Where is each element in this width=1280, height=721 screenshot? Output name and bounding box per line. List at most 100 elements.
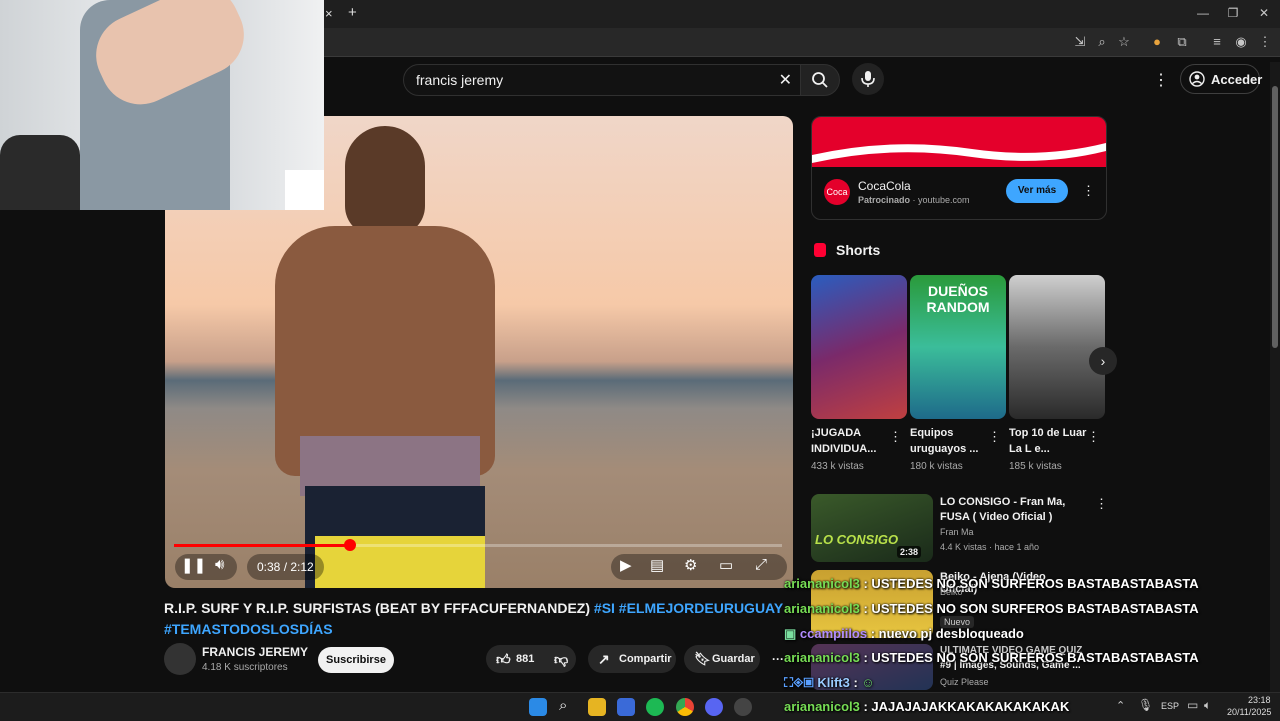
channel-name[interactable]: FRANCIS JEREMY [202,645,308,659]
ad-title[interactable]: CocaCola [858,179,911,193]
video-title: R.I.P. SURF Y R.I.P. SURFISTAS (BEAT BY … [164,598,784,640]
share-label: Compartir [619,653,672,665]
chat-username: Klift3 [817,675,850,690]
language-indicator[interactable]: ESP [1161,701,1179,711]
taskbar-search-icon[interactable]: ⌕ [559,697,567,714]
like-count[interactable]: 881 [516,645,534,673]
settings-gear-icon[interactable]: ⚙ [684,556,697,574]
extension-color-icon[interactable]: ● [1148,34,1166,50]
store-icon[interactable] [617,698,635,716]
theater-mode-icon[interactable]: ▭ [719,556,733,574]
ad-wave-graphic [812,143,1106,163]
chat-emote-icon: ☺ [861,675,875,690]
ad-menu-icon[interactable]: ⋮ [1082,183,1095,199]
mic-tray-icon[interactable]: 🎙︎ [1138,698,1153,712]
settings-kebab-icon[interactable]: ⋮ [1153,70,1169,90]
voice-search-button[interactable] [852,63,884,95]
chat-username: ariananicol3 [784,650,860,665]
chat-text: : JAJAJAJAKKAKAKAKAKAKAK [859,699,1070,714]
ad-domain: · youtube.com [912,195,970,205]
search-input[interactable]: francis jeremy [416,72,503,88]
search-button[interactable] [800,64,840,96]
short-thumbnail[interactable] [1009,275,1105,419]
spotify-icon[interactable] [646,698,664,716]
close-tab-icon[interactable]: × [325,6,333,21]
sponsored-label: Patrocinado [858,195,911,205]
ad-cta-button[interactable]: Ver más [1006,179,1068,203]
ad-brand-logo[interactable]: Coca [824,179,850,205]
autoplay-toggle-icon[interactable]: ▶ [620,556,632,574]
like-dislike-group: 👍︎ 881 👎︎ [486,645,576,673]
channel-avatar[interactable] [164,643,196,675]
chat-text: : USTEDES NO SON SURFEROS BASTABASTABAST… [859,576,1199,591]
discord-icon[interactable] [705,698,723,716]
pause-icon[interactable]: ❚❚ [181,556,206,574]
recommended-thumbnail[interactable]: LO CONSIGO 2:38 [811,494,933,562]
short-thumbnail[interactable] [811,275,907,419]
chrome-icon[interactable] [676,698,694,716]
hashtag-link[interactable]: #SI #ELMEJORDEURUGUAY [594,600,783,616]
zoom-icon[interactable]: ⌕ [1093,34,1111,50]
recommended-menu-icon[interactable]: ⋮ [1095,496,1108,512]
subscribe-button[interactable]: Suscribirse [318,647,394,673]
recommended-channel[interactable]: Quiz Please [940,677,989,687]
network-icon[interactable]: ▭ [1187,698,1198,712]
recommended-channel[interactable]: Fran Ma [940,527,974,537]
restore-icon[interactable]: ❐ [1223,6,1243,20]
volume-icon[interactable]: 🔊︎ [215,556,224,573]
dislike-icon[interactable]: 👎︎ [554,645,568,673]
shorts-heading: Shorts [836,242,881,258]
profile-icon[interactable]: ◉ [1232,34,1250,50]
account-circle-icon [1189,71,1205,87]
short-title[interactable]: Equipos uruguayos ... [910,425,988,457]
recommended-title[interactable]: LO CONSIGO - Fran Ma, FUSA ( Video Ofici… [940,495,1086,525]
hashtag-link[interactable]: #TEMASTODOSLOSDÍAS [164,621,333,637]
chat-username: ariananicol3 [784,699,860,714]
install-app-icon[interactable]: ⇲ [1071,34,1089,50]
fullscreen-icon[interactable]: ⤢ [755,556,767,573]
video-title-text: R.I.P. SURF Y R.I.P. SURFISTAS (BEAT BY … [164,600,594,616]
file-explorer-icon[interactable] [588,698,606,716]
ad-banner[interactable] [812,117,1106,167]
media-control-icon[interactable]: ≡ [1208,34,1226,50]
volume-tray-icon[interactable]: 🔈︎ [1204,698,1211,713]
clock-date[interactable]: 20/11/2025 [1227,707,1271,717]
minimize-icon[interactable]: — [1193,6,1213,20]
scrollbar-thumb[interactable] [1272,86,1278,348]
webcam-shelf [285,170,324,210]
short-thumbnail[interactable]: DUEÑOS RANDOM [910,275,1006,419]
sign-in-button[interactable]: Acceder [1180,64,1263,94]
chat-text: : USTEDES NO SON SURFEROS BASTABASTABAST… [859,601,1199,616]
search-box[interactable]: francis jeremy ✕ [403,64,801,96]
clear-search-icon[interactable]: ✕ [779,70,792,90]
share-icon: ↗ [598,651,610,667]
short-menu-icon[interactable]: ⋮ [889,429,902,445]
chat-username: ariananicol3 [784,601,860,616]
microphone-icon [861,71,875,87]
ad-card[interactable]: Coca CocaCola Patrocinado · youtube.com … [811,116,1107,220]
obs-icon[interactable] [734,698,752,716]
browser-menu-icon[interactable]: ⋮ [1256,34,1274,50]
clock-time[interactable]: 23:18 [1248,695,1271,705]
page-scrollbar[interactable] [1270,62,1280,692]
close-window-icon[interactable]: ✕ [1254,6,1274,20]
save-button[interactable]: 🔖︎ Guardar [684,645,760,673]
chat-message: ⛶◈▣ Klift3 : ☺ [784,675,875,691]
bookmark-star-icon[interactable]: ☆ [1115,34,1133,50]
chat-text: : USTEDES NO SON SURFEROS BASTABASTABAST… [859,650,1199,665]
like-icon[interactable]: 👍︎ [496,645,511,673]
short-title[interactable]: Top 10 de Luar La L e... [1009,425,1087,457]
show-hidden-icons[interactable]: ⌃ [1116,699,1125,712]
new-tab-button[interactable]: + [348,4,357,21]
shorts-next-button[interactable]: › [1089,347,1117,375]
start-icon[interactable] [529,698,547,716]
more-actions-button[interactable]: ··· [772,652,784,666]
share-button[interactable]: ↗ Compartir [588,645,676,673]
sign-in-label: Acceder [1211,72,1263,87]
subtitles-icon[interactable]: ▤ [650,556,664,574]
short-menu-icon[interactable]: ⋮ [1087,429,1100,445]
extensions-icon[interactable]: ⧉ [1173,34,1191,50]
short-title[interactable]: ¡JUGADA INDIVIDUA... [811,425,889,457]
progress-bar[interactable] [174,539,782,551]
short-menu-icon[interactable]: ⋮ [988,429,1001,445]
